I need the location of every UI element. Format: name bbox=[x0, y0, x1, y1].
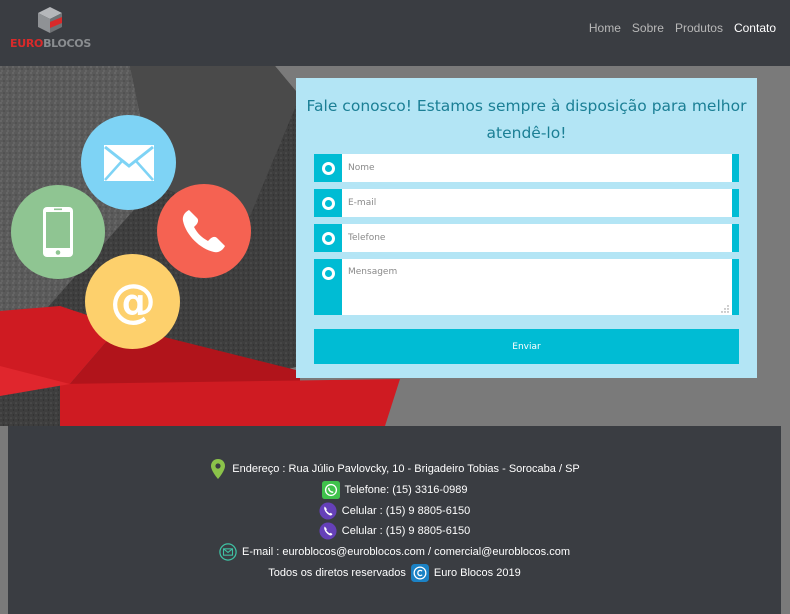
envelope-icon bbox=[81, 115, 176, 210]
nav-home[interactable]: Home bbox=[589, 21, 621, 35]
logo-text-euro: EURO bbox=[10, 37, 44, 50]
main-nav: Home Sobre Produtos Contato bbox=[589, 21, 776, 35]
smartphone-icon bbox=[11, 185, 105, 279]
email-field-icon bbox=[314, 189, 342, 217]
footer-cell-1-text: Celular : (15) 9 8805-6150 bbox=[341, 505, 471, 517]
footer-phone: Telefone: (15) 3316-0989 bbox=[8, 480, 781, 500]
logo-wordmark: EUROBLOCOS bbox=[10, 37, 91, 50]
footer-phone-text: Telefone: (15) 3316-0989 bbox=[344, 484, 468, 496]
footer-cell-2-text: Celular : (15) 9 8805-6150 bbox=[341, 525, 471, 537]
email-field bbox=[314, 189, 739, 217]
phone-field bbox=[314, 224, 739, 252]
phone-field-icon bbox=[314, 224, 342, 252]
footer-address: Endereço : Rua Júlio Pavlovcky, 10 - Bri… bbox=[8, 459, 781, 479]
message-field-icon bbox=[314, 259, 342, 315]
message-textarea[interactable] bbox=[342, 259, 732, 315]
email-input[interactable] bbox=[342, 189, 732, 217]
email-icon bbox=[219, 543, 237, 561]
contact-form: Fale conosco! Estamos sempre à disposiçã… bbox=[296, 78, 757, 378]
nav-contato[interactable]: Contato bbox=[734, 21, 776, 35]
site-footer: Endereço : Rua Júlio Pavlovcky, 10 - Bri… bbox=[8, 426, 781, 614]
name-input[interactable] bbox=[342, 154, 732, 182]
message-field bbox=[314, 259, 739, 315]
contact-form-heading: Fale conosco! Estamos sempre à disposiçã… bbox=[306, 97, 747, 142]
site-header: EUROBLOCOS Home Sobre Produtos Contato bbox=[0, 0, 790, 66]
footer-address-text: Endereço : Rua Júlio Pavlovcky, 10 - Bri… bbox=[232, 463, 580, 475]
nav-sobre[interactable]: Sobre bbox=[632, 21, 664, 35]
footer-email: E-mail : euroblocos@euroblocos.com / com… bbox=[8, 542, 781, 562]
viber-icon bbox=[319, 502, 337, 520]
location-pin-icon bbox=[209, 459, 227, 479]
footer-cell-2: Celular : (15) 9 8805-6150 bbox=[8, 521, 781, 541]
cube-logo-icon bbox=[38, 7, 62, 33]
phone-icon bbox=[157, 184, 251, 278]
send-button[interactable]: Enviar bbox=[314, 329, 739, 364]
footer-cell-1: Celular : (15) 9 8805-6150 bbox=[8, 501, 781, 521]
nav-produtos[interactable]: Produtos bbox=[675, 21, 723, 35]
name-field-icon bbox=[314, 154, 342, 182]
footer-email-text: E-mail : euroblocos@euroblocos.com / com… bbox=[241, 546, 571, 558]
name-field bbox=[314, 154, 739, 182]
phone-input[interactable] bbox=[342, 224, 732, 252]
logo-text-blocos: BLOCOS bbox=[43, 37, 91, 50]
footer-copyright: Todos os diretos reservados Euro Blocos … bbox=[8, 563, 781, 583]
at-sign-icon: @ bbox=[85, 254, 180, 349]
svg-text:@: @ bbox=[110, 276, 156, 328]
whatsapp-icon bbox=[321, 481, 340, 499]
copyright-icon bbox=[410, 564, 429, 582]
euroblocos-logo[interactable]: EUROBLOCOS bbox=[10, 6, 91, 52]
resize-grip-icon[interactable] bbox=[721, 305, 729, 313]
footer-rights-text: Todos os diretos reservados bbox=[268, 567, 406, 579]
footer-copyright-text: Euro Blocos 2019 bbox=[433, 567, 521, 579]
viber-icon bbox=[319, 522, 337, 540]
